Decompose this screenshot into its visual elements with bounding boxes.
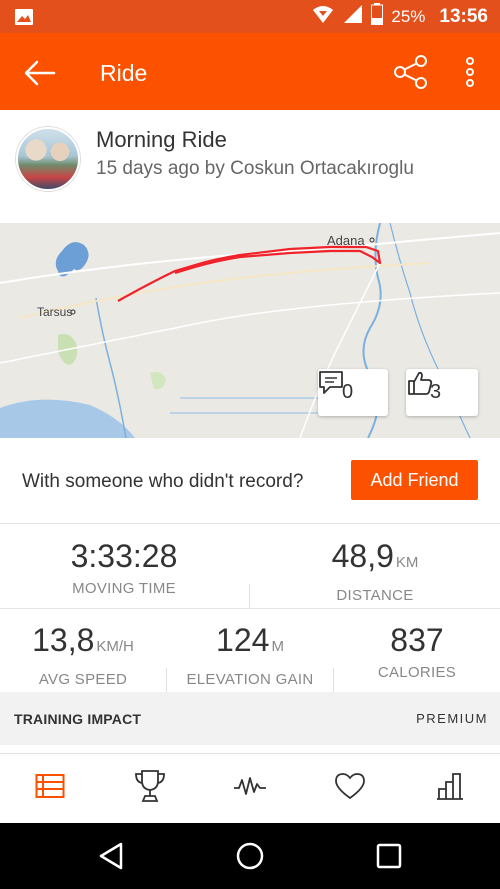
trophy-icon xyxy=(134,769,166,808)
stats-panel: 3:33:28 MOVING TIME 48,9 KM DISTANCE 13,8… xyxy=(0,524,500,692)
activity-subtitle[interactable]: 15 days ago by Coskun Ortacakıroglu xyxy=(96,158,414,180)
training-impact-row[interactable]: TRAINING IMPACT PREMIUM xyxy=(0,692,500,745)
back-arrow-icon[interactable] xyxy=(22,55,58,91)
avg-speed-unit: KM/H xyxy=(96,638,134,655)
nav-home-icon[interactable] xyxy=(234,840,266,872)
comments-button[interactable]: 0 xyxy=(318,369,388,416)
divider xyxy=(249,584,250,608)
share-icon[interactable] xyxy=(392,53,430,91)
tab-stats[interactable] xyxy=(400,754,500,823)
tab-feed[interactable] xyxy=(0,754,100,823)
add-friend-button[interactable]: Add Friend xyxy=(351,460,478,500)
activity-pulse-icon xyxy=(233,774,267,803)
clock: 13:56 xyxy=(439,5,488,27)
battery-percent: 25% xyxy=(391,6,426,26)
signal-hotspot-icon xyxy=(311,4,335,29)
activity-header: Morning Ride 15 days ago by Coskun Ortac… xyxy=(0,110,500,223)
battery-icon xyxy=(371,3,384,30)
bottom-tab-bar xyxy=(0,753,500,823)
map-label-tarsus: Tarsus xyxy=(37,305,73,319)
distance-value: 48,9 xyxy=(331,538,394,574)
elevation-unit: M xyxy=(271,638,284,655)
system-nav-bar xyxy=(0,823,500,889)
page-title: Ride xyxy=(100,60,148,86)
distance-unit: KM xyxy=(395,554,419,571)
cell-signal-icon xyxy=(343,4,363,29)
image-icon xyxy=(14,8,34,31)
route-map[interactable]: Adana Tarsus 0 3 xyxy=(0,223,500,438)
stat-avg-speed: 13,8 KM/H AVG SPEED xyxy=(0,622,166,688)
tab-activity[interactable] xyxy=(200,754,300,823)
moving-time-label: MOVING TIME xyxy=(72,580,176,597)
activity-title: Morning Ride xyxy=(96,127,227,152)
tab-health[interactable] xyxy=(300,754,400,823)
tab-challenges[interactable] xyxy=(100,754,200,823)
kudos-button[interactable]: 3 xyxy=(406,369,478,416)
app-bar: Ride xyxy=(0,33,500,110)
premium-badge: PREMIUM xyxy=(416,711,488,726)
stat-elevation: 124 M ELEVATION GAIN xyxy=(167,622,333,688)
distance-label: DISTANCE xyxy=(336,587,414,604)
status-bar: 25% 13:56 xyxy=(0,0,500,33)
stat-calories: 837 CALORIES xyxy=(334,622,500,681)
calories-value: 837 xyxy=(390,622,444,658)
elevation-label: ELEVATION GAIN xyxy=(186,671,314,688)
bar-chart-icon xyxy=(435,772,465,805)
feed-icon xyxy=(35,773,65,804)
heart-icon xyxy=(334,772,366,805)
add-friend-prompt: With someone who didn't record? xyxy=(22,471,304,492)
avg-speed-label: AVG SPEED xyxy=(38,671,128,688)
divider xyxy=(0,608,500,609)
map-label-adana: Adana xyxy=(327,233,365,248)
nav-back-icon[interactable] xyxy=(95,840,127,872)
elevation-value: 124 xyxy=(216,622,270,658)
stat-distance: 48,9 KM DISTANCE xyxy=(250,538,500,604)
more-vert-icon[interactable] xyxy=(458,53,482,91)
avatar[interactable] xyxy=(16,127,80,191)
avg-speed-value: 13,8 xyxy=(32,622,95,658)
nav-recents-icon[interactable] xyxy=(373,840,405,872)
add-friend-row: With someone who didn't record? Add Frie… xyxy=(0,438,500,524)
stat-moving-time: 3:33:28 MOVING TIME xyxy=(0,538,248,597)
training-impact-title: TRAINING IMPACT xyxy=(14,711,142,727)
moving-time-value: 3:33:28 xyxy=(70,538,178,574)
calories-label: CALORIES xyxy=(377,664,457,681)
